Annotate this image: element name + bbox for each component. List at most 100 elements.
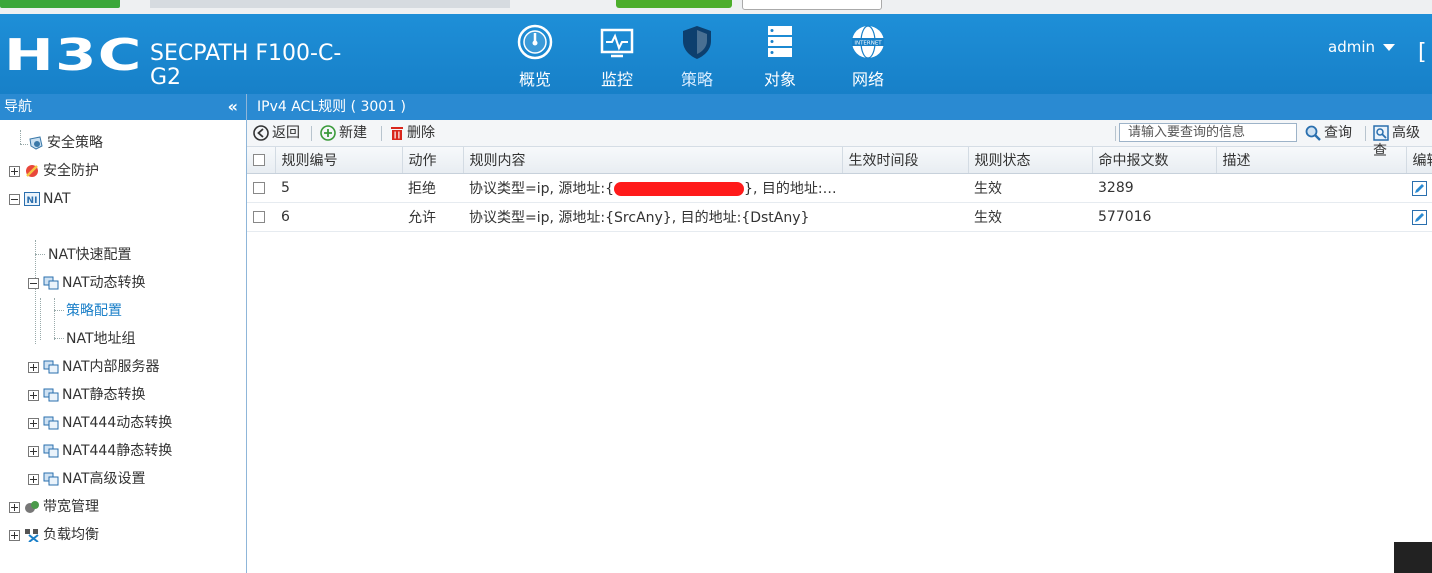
content-cell: 协议类型=ip, 源地址:{ }, 目的地址:{172... <box>463 173 842 203</box>
column-header-rule-id[interactable]: 规则编号 <box>275 147 403 174</box>
edit-cell <box>1406 202 1432 232</box>
load-balance-icon <box>25 529 39 542</box>
nav-overview-label: 概览 <box>518 70 551 89</box>
sidebar-title: 导航 « <box>0 94 246 120</box>
nav-monitor[interactable]: 监控 <box>582 22 652 90</box>
edit-icon[interactable] <box>1412 209 1427 225</box>
nav-policy[interactable]: 策略 <box>662 22 732 90</box>
sidebar-item-nat-static[interactable]: NAT静态转换 <box>28 384 146 406</box>
nav-overview[interactable]: 概览 <box>500 22 570 90</box>
expand-icon[interactable] <box>28 445 39 457</box>
expand-icon[interactable] <box>9 501 20 513</box>
nav-network[interactable]: INTERNET 网络 <box>833 22 903 90</box>
sidebar-item-bandwidth[interactable]: 带宽管理 <box>9 496 99 518</box>
new-button[interactable]: 新建 <box>320 124 367 142</box>
column-header-action[interactable]: 动作 <box>402 147 464 174</box>
sidebar-item-label: 策略配置 <box>66 303 122 319</box>
nat-module-icon <box>43 416 59 430</box>
delete-label: 删除 <box>407 125 435 141</box>
sidebar-title-text: 导航 <box>4 99 32 115</box>
main-panel: IPv4 ACL规则 ( 3001 ) 返回 新建 删除 查询 高级查 规则编 <box>247 94 1432 573</box>
sidebar-item-label: NAT444动态转换 <box>62 415 173 431</box>
collapse-icon[interactable] <box>9 193 20 205</box>
expand-icon[interactable] <box>28 417 39 429</box>
status-cell: 生效 <box>968 173 1092 203</box>
sidebar-item-security-policy[interactable]: 安全策略 <box>28 132 103 154</box>
sidebar-item-nat-advanced[interactable]: NAT高级设置 <box>28 468 146 490</box>
delete-button[interactable]: 删除 <box>390 124 435 142</box>
sidebar-item-label: 带宽管理 <box>43 499 99 515</box>
page-title: IPv4 ACL规则 ( 3001 ) <box>247 94 1432 120</box>
expand-icon[interactable] <box>28 389 39 401</box>
collapse-icon[interactable] <box>28 277 39 289</box>
action-cell: 允许 <box>402 202 463 232</box>
search-input[interactable] <box>1119 123 1297 142</box>
column-header-content[interactable]: 规则内容 <box>463 147 843 174</box>
content-prefix: 协议类型=ip, 源地址:{ <box>469 181 615 197</box>
content-cell: 协议类型=ip, 源地址:{SrcAny}, 目的地址:{DstAny} <box>463 202 842 232</box>
nav-object[interactable]: 对象 <box>745 22 815 90</box>
h3c-logo: H3C <box>4 30 143 81</box>
column-header-hits[interactable]: 命中报文数 <box>1092 147 1217 174</box>
sidebar-item-security-protection[interactable]: 安全防护 <box>9 160 99 182</box>
expand-icon[interactable] <box>9 529 20 541</box>
rule-id-cell: 6 <box>275 202 402 232</box>
sidebar-item-nat-dynamic[interactable]: NAT动态转换 <box>28 272 146 294</box>
row-checkbox[interactable] <box>253 211 265 223</box>
sidebar-item-policy-config[interactable]: 策略配置 <box>66 300 122 322</box>
row-select-cell <box>247 173 275 203</box>
sidebar-item-nat444-dynamic[interactable]: NAT444动态转换 <box>28 412 172 434</box>
sidebar-item-nat-internal-server[interactable]: NAT内部服务器 <box>28 356 160 378</box>
sidebar-item-nat[interactable]: NI NAT <box>9 188 71 210</box>
edit-icon[interactable] <box>1412 180 1427 196</box>
expand-icon[interactable] <box>28 361 39 373</box>
advanced-query-button[interactable]: 高级查 <box>1373 124 1432 160</box>
user-menu[interactable]: admin <box>1328 38 1395 56</box>
collapse-sidebar-icon[interactable]: « <box>228 94 238 120</box>
monitor-icon <box>600 28 634 58</box>
expand-icon[interactable] <box>28 473 39 485</box>
sidebar-item-label: NAT快速配置 <box>48 247 132 263</box>
back-button[interactable]: 返回 <box>253 124 300 142</box>
action-cell: 拒绝 <box>402 173 463 203</box>
logout-icon[interactable]: [ <box>1418 40 1427 65</box>
content-suffix: }, 目的地址:{172... <box>744 181 842 197</box>
sidebar-item-nat-address-group[interactable]: NAT地址组 <box>66 328 136 350</box>
query-button[interactable]: 查询 <box>1305 124 1352 142</box>
browser-green-button-fragment[interactable] <box>616 0 732 8</box>
sidebar-item-label: 安全策略 <box>47 135 103 151</box>
browser-white-button-fragment[interactable] <box>742 0 882 10</box>
sidebar-item-nat444-static[interactable]: NAT444静态转换 <box>28 440 172 462</box>
tree-guide <box>54 310 64 311</box>
select-all-cell <box>247 147 276 174</box>
tree-guide <box>20 130 21 144</box>
chevron-down-icon <box>1383 44 1395 51</box>
select-all-checkbox[interactable] <box>253 154 265 166</box>
sidebar-item-label: 负载均衡 <box>43 527 99 543</box>
back-label: 返回 <box>272 125 300 141</box>
trash-icon <box>391 127 403 140</box>
browser-address-fragment <box>150 0 510 8</box>
table-header-row: 规则编号 动作 规则内容 生效时间段 规则状态 命中报文数 描述 编辑 <box>247 147 1432 174</box>
svg-text:INTERNET: INTERNET <box>854 41 882 47</box>
nav-network-label: 网络 <box>851 70 884 89</box>
table-row[interactable]: 6 允许 协议类型=ip, 源地址:{SrcAny}, 目的地址:{DstAny… <box>247 202 1432 232</box>
row-checkbox[interactable] <box>253 182 265 194</box>
tree-guide <box>20 144 28 145</box>
column-header-status[interactable]: 规则状态 <box>968 147 1093 174</box>
column-header-time-range[interactable]: 生效时间段 <box>842 147 969 174</box>
sidebar-item-nat-quick[interactable]: NAT快速配置 <box>48 244 132 266</box>
security-policy-icon <box>29 136 43 150</box>
protection-icon <box>26 165 38 177</box>
app-header: H3C SECPATH F100-C- G2 概览 监控 策略 对象 INTER… <box>0 14 1432 94</box>
back-icon <box>253 125 269 141</box>
table-row[interactable]: 5 拒绝 协议类型=ip, 源地址:{}, 目的地址:{172... 生效 32… <box>247 173 1432 203</box>
expand-icon[interactable] <box>9 165 20 177</box>
sidebar-item-label: NAT静态转换 <box>62 387 146 403</box>
new-label: 新建 <box>339 125 367 141</box>
hits-cell: 577016 <box>1092 202 1216 232</box>
sidebar-item-label: NAT444静态转换 <box>62 443 173 459</box>
sidebar-item-load-balance[interactable]: 负载均衡 <box>9 524 99 546</box>
query-label: 查询 <box>1324 125 1352 141</box>
redaction-mark <box>614 182 745 196</box>
